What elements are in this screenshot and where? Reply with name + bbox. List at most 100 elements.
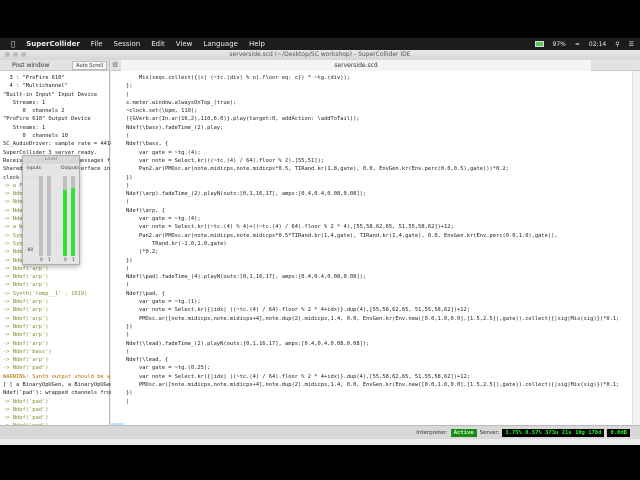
code-line[interactable]: ( [126, 348, 640, 356]
post-line: -> Ndef('arp') [3, 357, 49, 364]
code-line[interactable]: ( [126, 198, 640, 206]
post-line: -> Ndef('arp') [3, 332, 49, 339]
code-text[interactable]: Mix(seqs.collect({|c| (~tc.(div) % n).fl… [111, 71, 640, 406]
code-line[interactable]: ) [126, 182, 640, 190]
post-line: -> Synth('temp__1' : 1019) [3, 290, 88, 297]
code-line[interactable]: }) [126, 323, 640, 331]
code-line[interactable]: s.meter.window.alwaysOnTop_(true); [126, 99, 640, 107]
title-bar: serverside.scd (~/Desktop/SC workshop) -… [0, 50, 640, 60]
code-line[interactable]: Pan2.ar(PMOsc.ar(note.midicps,note.midic… [126, 232, 640, 240]
post-line: Streams: 1 [3, 99, 46, 106]
post-line: SC_AudioDriver: sample rate = 44100 [3, 141, 117, 148]
code-line[interactable]: var gate = ~tg.(4); [126, 215, 640, 223]
battery-percent: 97% [552, 40, 566, 48]
code-editor[interactable]: ⚙ serverside.scd Mix(seqs.collect({|c| (… [111, 60, 640, 431]
menu-file[interactable]: File [91, 40, 103, 48]
code-line[interactable]: ({GVerb.ar(In.ar(16,2),110,6.0)}.play(ta… [126, 115, 640, 123]
menu-view[interactable]: View [176, 40, 193, 48]
code-line[interactable]: ) [126, 265, 640, 273]
code-line[interactable]: var gate = ~tg.(4); [126, 149, 640, 157]
menu-session[interactable]: Session [114, 40, 141, 48]
input-meter-0 [39, 176, 43, 256]
group-count: 10g [574, 429, 585, 436]
code-line[interactable]: ( [126, 132, 640, 140]
code-line[interactable]: Ndef(\arp, { [126, 207, 640, 215]
code-line[interactable]: Ndef(\pad).fadeTime_(4).playN(outs:[0,1,… [126, 273, 640, 281]
code-line[interactable]: )*0.2; [126, 248, 640, 256]
post-line: -> Ndef('bass') [3, 348, 52, 355]
gear-icon[interactable]: ⚙ [112, 61, 118, 69]
avg-cpu: 3.75% [505, 429, 522, 436]
code-line[interactable]: ~clock.set(\bpm, 110); [126, 107, 640, 115]
server-status[interactable]: 3.75% 8.57% 373u 21s 10g 178d [502, 428, 605, 437]
code-line[interactable]: ( [126, 281, 640, 289]
post-line: -> Ndef('arp') [3, 299, 49, 306]
code-line[interactable]: Ndef(\pad, { [126, 290, 640, 298]
menu-edit[interactable]: Edit [151, 40, 165, 48]
post-line: 3 : "ProFire 610" [3, 75, 65, 81]
code-line[interactable]: PMOsc.ar([note.midicps,note.midicps+4],n… [126, 315, 640, 323]
post-line: -> Ndef('arp') [3, 307, 49, 314]
menu-list-icon[interactable]: ☰ [629, 41, 634, 48]
synth-count: 21s [561, 429, 572, 436]
menu-bar:  SuperCollider File Session Edit View L… [0, 38, 640, 50]
menu-app[interactable]: SuperCollider [26, 40, 80, 48]
menu-language[interactable]: Language [203, 40, 238, 48]
code-line[interactable]: var note = Select.kr({|idx| ((~tc.(4) / … [126, 373, 640, 381]
meter-title-bar: Level [23, 156, 79, 164]
db-label: -80 [26, 248, 34, 253]
code-line[interactable]: var note = Select.kr((~tc.(4) % 4)+((~tc… [126, 223, 640, 231]
peak-cpu: 8.57% [525, 429, 542, 436]
code-line[interactable]: Ndef(\bass).fadeTime_(2).play; [126, 124, 640, 132]
zoom-button[interactable] [21, 52, 26, 57]
battery-icon[interactable] [534, 41, 544, 47]
status-bar: Interpreter: Active Server: 3.75% 8.57% … [0, 425, 640, 439]
editor-scrollbar[interactable] [632, 71, 640, 425]
code-line[interactable]: Ndef(\arp).fadeTime_(2).playN(outs:[0,1,… [126, 190, 640, 198]
code-line[interactable]: TRand.kr(-1.0,1.0,gate) [126, 240, 640, 248]
out-ch-0: 0 [64, 258, 67, 263]
post-line: -> Ndef('arp') [3, 315, 49, 322]
auto-scroll-button[interactable]: Auto Scroll [72, 61, 107, 70]
close-button[interactable] [5, 52, 10, 57]
code-line[interactable]: Ndef(\lead, { [126, 356, 640, 364]
output-meter-1 [71, 176, 75, 256]
code-line[interactable]: ) [126, 91, 640, 99]
volume[interactable]: 0.0dB [607, 428, 630, 437]
post-line: 0 channels 10 [3, 133, 68, 140]
code-line[interactable]: }) [126, 257, 640, 265]
menu-help[interactable]: Help [249, 40, 265, 48]
code-line[interactable]: ) [126, 331, 640, 339]
post-line: [ [ a BinaryOpUGen, a BinaryOpUGen [3, 381, 114, 388]
code-line[interactable]: var gate = ~tg.(0.25); [126, 364, 640, 372]
code-line[interactable]: ) [126, 398, 640, 406]
code-line[interactable]: Ndef(\bass, { [126, 140, 640, 148]
code-line[interactable]: PMOsc.ar([note.midicps,note.midicps+4],n… [126, 381, 640, 389]
code-line[interactable]: }; [126, 82, 640, 90]
meter-title: Level [45, 157, 57, 162]
apple-menu-icon[interactable]:  [11, 40, 15, 48]
clock[interactable]: 02:14 [589, 41, 606, 48]
code-line[interactable]: Pan2.ar(PMOsc.ar(note.midicps,note.midic… [126, 165, 640, 173]
post-line: 4 : "Multichannel" [3, 83, 68, 90]
level-meter-window[interactable]: Level Inputs Outputs -80 0 1 0 1 [22, 155, 80, 265]
search-icon[interactable]: ⚲ [615, 41, 619, 48]
code-line[interactable]: var note = Select.kr({|idx| ((~tc.(4) / … [126, 306, 640, 314]
post-line: WARNING: Synth output should be a [3, 373, 111, 380]
interpreter-label: Interpreter: [416, 429, 448, 436]
minimize-button[interactable] [13, 52, 18, 57]
window-title: serverside.scd (~/Desktop/SC workshop) -… [229, 51, 411, 58]
code-line[interactable]: var gate = ~tg.(1); [126, 298, 640, 306]
post-line: -> Ndef('arp') [3, 340, 49, 347]
interpreter-status[interactable]: Active [450, 428, 477, 437]
code-line[interactable]: }) [126, 174, 640, 182]
code-line[interactable]: Ndef(\lead).fadeTime_(2).playN(outs:[0,1… [126, 340, 640, 348]
code-line[interactable]: }) [126, 389, 640, 397]
inputs-label: Inputs [27, 166, 41, 171]
wifi-icon[interactable]: ≈ [575, 41, 580, 48]
post-window-header: Post window Auto Scroll [0, 60, 109, 71]
code-line[interactable]: var note = Select.kr(((~tc.(4) / 64).flo… [126, 157, 640, 165]
code-line[interactable]: Mix(seqs.collect({|c| (~tc.(div) % n).fl… [126, 74, 640, 82]
tab-serverside[interactable]: serverside.scd [121, 60, 591, 71]
ide-window: serverside.scd (~/Desktop/SC workshop) -… [0, 50, 640, 445]
